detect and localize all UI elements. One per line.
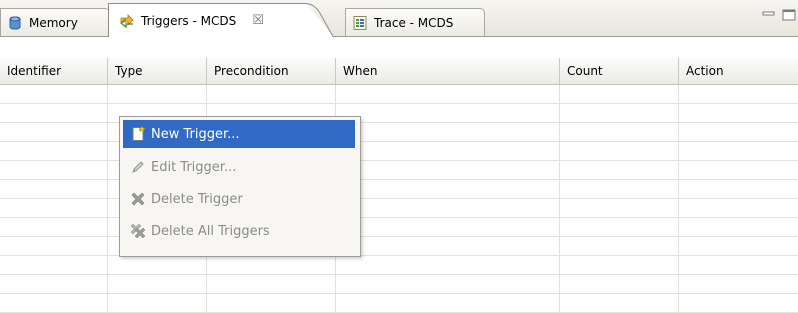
menu-item-new-trigger[interactable]: New Trigger... [123,120,355,148]
menu-item-label: Delete All Triggers [151,223,270,239]
editor-tab-bar: Memory Triggers - MCDS ☒ Trace - MCDS [0,0,798,38]
minimize-icon[interactable] [762,9,776,21]
new-document-icon [132,126,146,141]
menu-item-delete-all-triggers[interactable]: Delete All Triggers [123,217,355,245]
column-header-precondition[interactable]: Precondition [207,58,336,84]
triggers-icon [120,13,134,28]
delete-x-icon [131,192,145,206]
menu-item-label: New Trigger... [151,126,240,142]
menu-item-edit-trigger[interactable]: Edit Trigger... [123,153,355,181]
tab-trace-label: Trace - MCDS [374,15,454,30]
column-divider [559,85,560,313]
pencil-icon [132,161,144,173]
context-menu: New Trigger... Edit Trigger... Delete Tr… [119,116,361,257]
column-divider [107,85,108,313]
tab-edge-divider [305,3,334,37]
triggers-table-header: Identifier Type Precondition When Count … [0,58,798,85]
menu-item-label: Edit Trigger... [151,159,237,175]
column-header-count[interactable]: Count [560,58,679,84]
delete-all-icon [130,223,146,239]
tab-memory-label: Memory [29,15,78,30]
column-divider [678,85,679,313]
tab-triggers-label: Triggers - MCDS [141,13,237,28]
close-icon[interactable]: ☒ [252,13,264,28]
toolbar-spacer [0,37,798,58]
tab-memory[interactable]: Memory [0,8,110,36]
tab-trace-mcds[interactable]: Trace - MCDS [345,8,485,36]
column-header-identifier[interactable]: Identifier [0,58,108,84]
menu-item-label: Delete Trigger [151,191,243,207]
menu-item-delete-trigger[interactable]: Delete Trigger [123,185,355,213]
trace-icon [353,15,367,30]
column-header-type[interactable]: Type [108,58,207,84]
column-header-when[interactable]: When [336,58,560,84]
tab-triggers-mcds[interactable]: Triggers - MCDS ☒ [108,3,334,37]
maximize-icon[interactable] [782,9,796,21]
database-icon [9,16,21,29]
column-header-action[interactable]: Action [679,58,798,84]
